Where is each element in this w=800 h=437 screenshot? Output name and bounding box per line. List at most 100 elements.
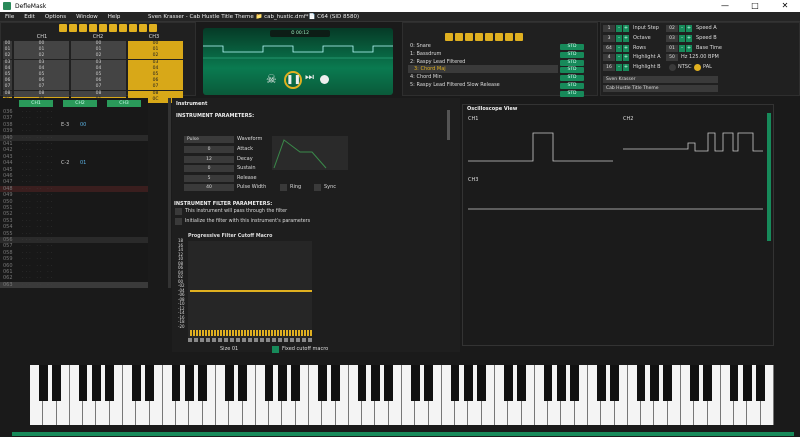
black-key[interactable] <box>264 365 274 401</box>
instrument-tool-button[interactable] <box>455 33 463 41</box>
black-key[interactable] <box>357 365 367 401</box>
order-cell[interactable]: 04 <box>14 65 69 72</box>
instrument-type-badge[interactable]: STD <box>560 83 584 89</box>
channel-button-ch1[interactable]: CH1 <box>19 100 53 107</box>
black-key[interactable] <box>743 365 752 401</box>
order-tool-button[interactable] <box>149 24 157 32</box>
instrument-item[interactable]: 2: Raspy Lead Filtered <box>408 58 558 66</box>
decrement-button[interactable]: - <box>679 34 685 42</box>
setting-value[interactable]: 64 <box>603 44 615 52</box>
order-cell[interactable]: 08 <box>128 90 183 97</box>
instrument-scrollbar[interactable] <box>447 110 450 140</box>
order-cell[interactable]: 03 <box>128 59 183 66</box>
black-key[interactable] <box>570 365 579 401</box>
order-cell[interactable]: 02 <box>128 53 183 60</box>
menu-window[interactable]: Window <box>71 14 103 20</box>
order-cell[interactable]: 04 <box>71 65 126 72</box>
decrement-button[interactable]: - <box>616 25 622 32</box>
skull-icon[interactable]: ☠ <box>266 72 277 86</box>
black-key[interactable] <box>132 365 141 401</box>
instrument-type-badge[interactable]: STD <box>560 75 584 82</box>
black-key[interactable] <box>729 365 739 401</box>
instrument-tool-button[interactable] <box>495 33 503 41</box>
setting-value[interactable]: 16 <box>603 64 615 72</box>
black-key[interactable] <box>105 365 114 401</box>
pal-radio[interactable] <box>694 64 701 71</box>
increment-button[interactable]: + <box>623 44 629 52</box>
black-key[interactable] <box>92 365 101 401</box>
black-key[interactable] <box>450 365 460 401</box>
setting-value[interactable]: 50 <box>666 54 678 62</box>
black-key[interactable] <box>477 365 486 401</box>
maximize-icon[interactable]: □ <box>740 0 770 12</box>
black-key[interactable] <box>331 365 340 401</box>
black-key[interactable] <box>171 365 181 401</box>
pattern-row[interactable]: 063 ··· ·· ·· <box>0 281 148 289</box>
step-forward-icon[interactable]: ⏭ <box>305 72 314 83</box>
black-key[interactable] <box>78 365 88 401</box>
black-key[interactable] <box>225 365 234 401</box>
instrument-tool-button[interactable] <box>475 33 483 41</box>
ntsc-radio[interactable] <box>669 64 676 71</box>
black-key[interactable] <box>690 365 699 401</box>
setting-value[interactable]: 4 <box>603 54 615 62</box>
black-key[interactable] <box>278 365 287 401</box>
black-key[interactable] <box>318 365 327 401</box>
instrument-item[interactable]: 0: Snare <box>408 42 558 50</box>
black-key[interactable] <box>291 365 300 401</box>
decrement-button[interactable]: - <box>679 25 685 32</box>
setting-value[interactable]: 1 <box>603 25 615 32</box>
instrument-tool-button[interactable] <box>445 33 453 41</box>
close-icon[interactable]: ✕ <box>770 0 800 12</box>
black-key[interactable] <box>424 365 433 401</box>
black-key[interactable] <box>39 365 48 401</box>
scope-scrollbar[interactable] <box>767 113 771 241</box>
minimize-icon[interactable]: — <box>710 0 740 12</box>
song-name-field[interactable]: Cab Hustle Title Theme <box>603 85 718 92</box>
instrument-tool-button[interactable] <box>485 33 493 41</box>
instrument-tool-button[interactable] <box>465 33 473 41</box>
order-tool-button[interactable] <box>129 24 137 32</box>
order-cell[interactable]: 03 <box>14 59 69 66</box>
instrument-item[interactable]: 4: Chord Min <box>408 73 558 81</box>
sync-checkbox[interactable] <box>314 184 321 191</box>
decrement-button[interactable]: - <box>616 34 622 42</box>
order-cell[interactable]: 07 <box>14 84 69 91</box>
black-key[interactable] <box>610 365 619 401</box>
order-cell[interactable]: 02 <box>14 53 69 60</box>
menu-edit[interactable]: Edit <box>19 14 40 20</box>
decrement-button[interactable]: - <box>679 44 685 52</box>
instrument-type-badge[interactable]: STD <box>560 44 584 50</box>
black-key[interactable] <box>504 365 513 401</box>
param-value[interactable]: 5 <box>184 174 234 182</box>
waveform-select[interactable]: Pulse <box>184 136 234 143</box>
increment-button[interactable]: + <box>623 25 629 32</box>
channel-button-ch2[interactable]: CH2 <box>63 100 97 107</box>
order-tool-button[interactable] <box>69 24 77 32</box>
order-cell[interactable]: 08 <box>71 90 126 97</box>
filter-init-checkbox[interactable] <box>175 218 182 225</box>
increment-button[interactable]: + <box>686 34 692 42</box>
ring-checkbox[interactable] <box>280 184 287 191</box>
order-cell[interactable]: 07 <box>71 84 126 91</box>
instrument-item[interactable]: 1: Bassdrum <box>408 50 558 58</box>
setting-value[interactable]: 01 <box>666 44 678 52</box>
instrument-type-badge[interactable]: STD <box>560 59 584 66</box>
black-key[interactable] <box>185 365 194 401</box>
order-tool-button[interactable] <box>59 24 67 32</box>
black-key[interactable] <box>557 365 566 401</box>
param-value[interactable]: 0 <box>184 165 234 173</box>
increment-button[interactable]: + <box>623 64 629 72</box>
order-tool-button[interactable] <box>99 24 107 32</box>
instrument-type-badge[interactable]: STD <box>560 67 584 74</box>
param-value[interactable]: 40 <box>184 184 234 192</box>
black-key[interactable] <box>52 365 61 401</box>
order-cell[interactable]: 04 <box>128 65 183 72</box>
black-key[interactable] <box>703 365 712 401</box>
setting-value[interactable]: 03 <box>666 34 678 42</box>
menu-file[interactable]: File <box>0 14 19 20</box>
order-cell[interactable]: 03 <box>71 59 126 66</box>
menu-help[interactable]: Help <box>103 14 126 20</box>
decrement-button[interactable]: - <box>616 64 622 72</box>
black-key[interactable] <box>756 365 765 401</box>
